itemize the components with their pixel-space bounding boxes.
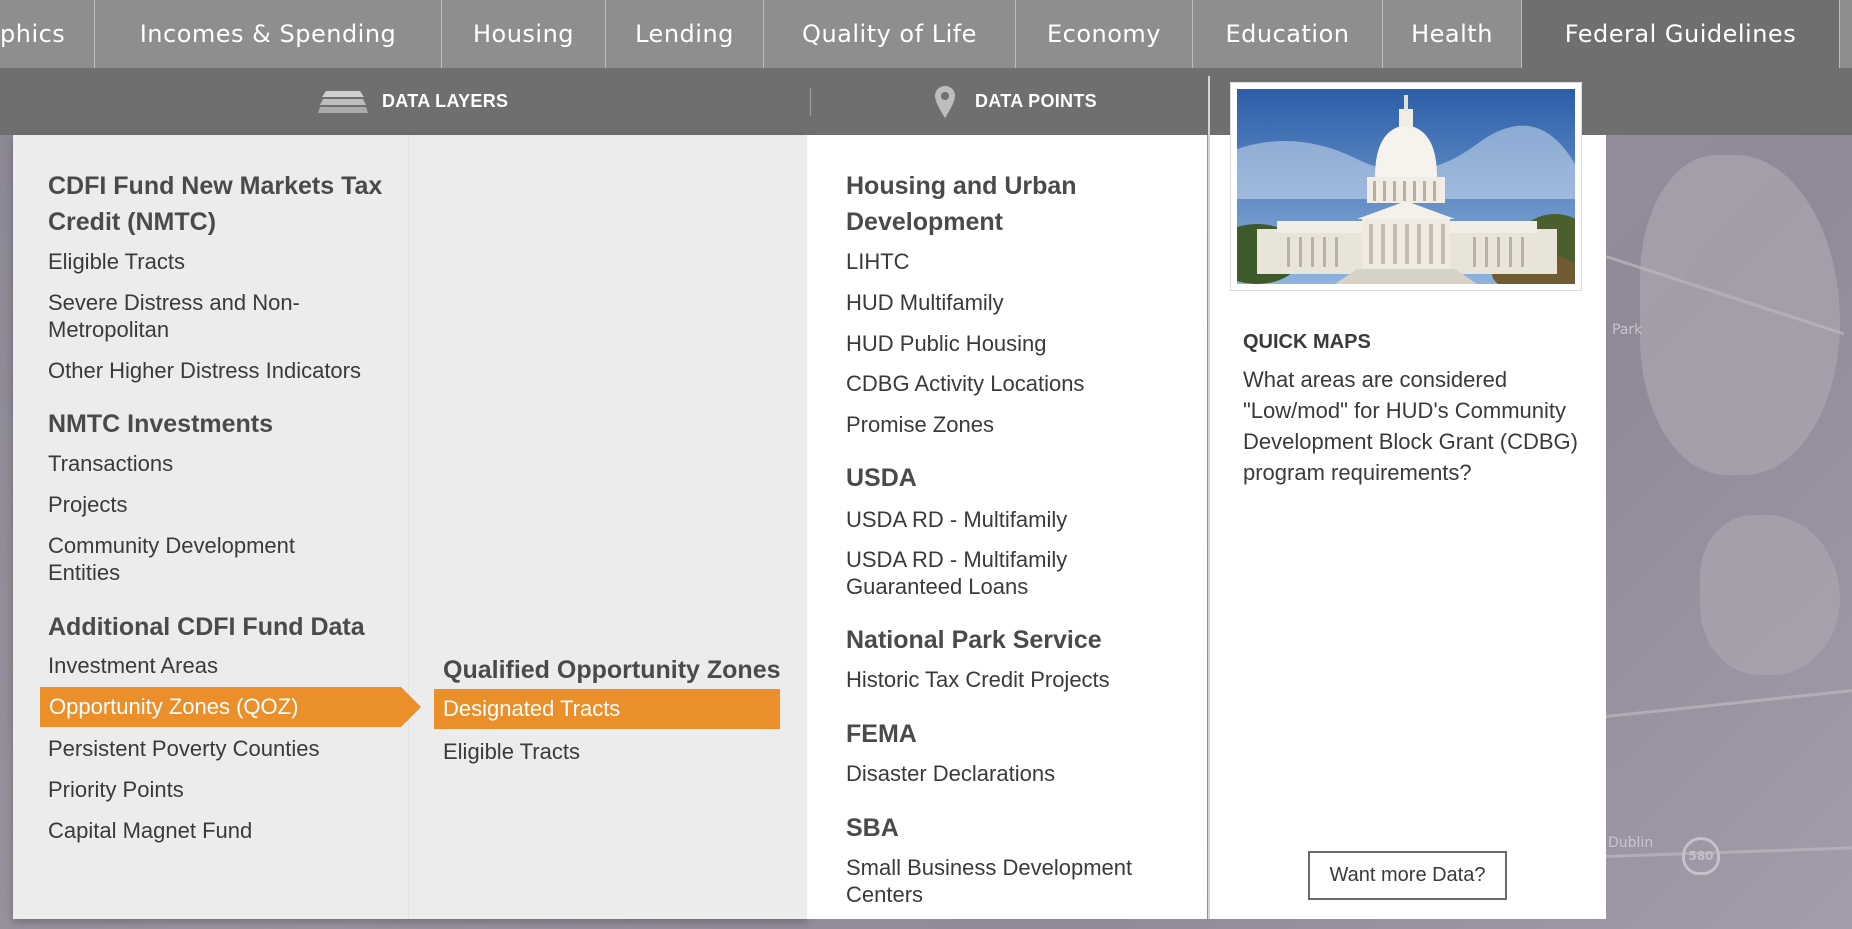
map-region — [1700, 515, 1840, 675]
group-heading-additional-cdfi: Additional CDFI Fund Data — [48, 613, 365, 641]
capitol-photo[interactable] — [1212, 83, 1595, 294]
point-item-historic-tax-credit[interactable]: Historic Tax Credit Projects — [846, 666, 1110, 693]
nav-item-health[interactable]: Health — [1383, 0, 1522, 68]
layers-icon — [318, 90, 368, 113]
nav-item-demographics[interactable]: phics — [0, 0, 95, 68]
map-pin-icon — [935, 85, 955, 118]
layer-item-eligible-tracts[interactable]: Eligible Tracts — [48, 248, 185, 275]
point-item-hud-public-housing[interactable]: HUD Public Housing — [846, 330, 1047, 357]
layer-item-persistent-poverty[interactable]: Persistent Poverty Counties — [48, 735, 319, 762]
submenu-header: DATA LAYERS DATA POINTS — [0, 68, 1210, 135]
submenu-item-designated-tracts[interactable]: Designated Tracts — [434, 689, 780, 729]
point-item-hud-multifamily[interactable]: HUD Multifamily — [846, 289, 1004, 316]
nav-item-lending[interactable]: Lending — [606, 0, 764, 68]
layer-item-opportunity-zones[interactable]: Opportunity Zones (QOZ) — [40, 687, 401, 727]
nav-item-federal-guidelines[interactable]: Federal Guidelines — [1522, 0, 1840, 68]
point-item-usda-guaranteed[interactable]: USDA RD - Multifamily Guaranteed Loans — [846, 546, 1116, 600]
capitol-image — [1212, 89, 1595, 294]
map-label: Dublin — [1608, 835, 1654, 851]
tab-data-points-label: DATA POINTS — [975, 91, 1097, 111]
point-item-sbdc[interactable]: Small Business Development Centers — [846, 854, 1176, 908]
tab-data-points[interactable]: DATA POINTS — [935, 68, 1097, 135]
point-item-promise-zones[interactable]: Promise Zones — [846, 411, 994, 438]
top-navigation: phics Incomes & Spending Housing Lending… — [0, 0, 1852, 68]
submenu-item-eligible-tracts[interactable]: Eligible Tracts — [443, 738, 580, 765]
group-heading-sba: SBA — [846, 814, 899, 842]
point-item-usda-multifamily[interactable]: USDA RD - Multifamily — [846, 506, 1067, 533]
layer-item-higher-distress[interactable]: Other Higher Distress Indicators — [48, 357, 361, 384]
layer-item-cde[interactable]: Community Development Entities — [48, 532, 318, 586]
highway-shield-icon: 580 — [1682, 837, 1720, 875]
group-heading-nmtc-investments: NMTC Investments — [48, 410, 274, 438]
nav-item-economy[interactable]: Economy — [1016, 0, 1193, 68]
group-heading-nps: National Park Service — [846, 626, 1102, 654]
tab-data-layers-label: DATA LAYERS — [382, 91, 509, 111]
point-item-lihtc[interactable]: LIHTC — [846, 248, 910, 275]
map-region — [1640, 155, 1840, 475]
want-more-data-button[interactable]: Want more Data? — [1308, 851, 1507, 900]
tab-divider — [810, 88, 811, 116]
tab-data-layers[interactable]: DATA LAYERS — [318, 68, 508, 135]
layer-item-transactions[interactable]: Transactions — [48, 450, 173, 477]
group-heading-fema: FEMA — [846, 720, 917, 748]
map-label: Park — [1612, 322, 1643, 338]
layer-item-priority-points[interactable]: Priority Points — [48, 776, 184, 803]
layer-item-severe-distress[interactable]: Severe Distress and Non-Metropolitan — [48, 289, 318, 343]
point-item-disaster-declarations[interactable]: Disaster Declarations — [846, 760, 1055, 787]
group-heading-hud: Housing and Urban Development — [846, 172, 1077, 236]
layer-item-capital-magnet[interactable]: Capital Magnet Fund — [48, 817, 252, 844]
selected-arrow-indicator — [401, 687, 421, 727]
layer-item-projects[interactable]: Projects — [48, 491, 127, 518]
layer-item-investment-areas[interactable]: Investment Areas — [48, 652, 218, 679]
column-divider — [408, 135, 409, 919]
map-road — [1605, 688, 1852, 718]
quick-maps-title: QUICK MAPS — [1243, 331, 1371, 353]
nav-item-quality-of-life[interactable]: Quality of Life — [764, 0, 1016, 68]
nav-item-education[interactable]: Education — [1193, 0, 1383, 68]
group-heading-usda: USDA — [846, 464, 917, 492]
nav-item-housing[interactable]: Housing — [442, 0, 606, 68]
quick-maps-question[interactable]: What areas are considered "Low/mod" for … — [1243, 364, 1593, 488]
nav-item-incomes-spending[interactable]: Incomes & Spending — [95, 0, 442, 68]
group-heading-nmtc: CDFI Fund New Markets Tax Credit (NMTC) — [48, 172, 383, 236]
submenu-heading: Qualified Opportunity Zones — [443, 656, 781, 684]
point-item-cdbg[interactable]: CDBG Activity Locations — [846, 370, 1084, 397]
